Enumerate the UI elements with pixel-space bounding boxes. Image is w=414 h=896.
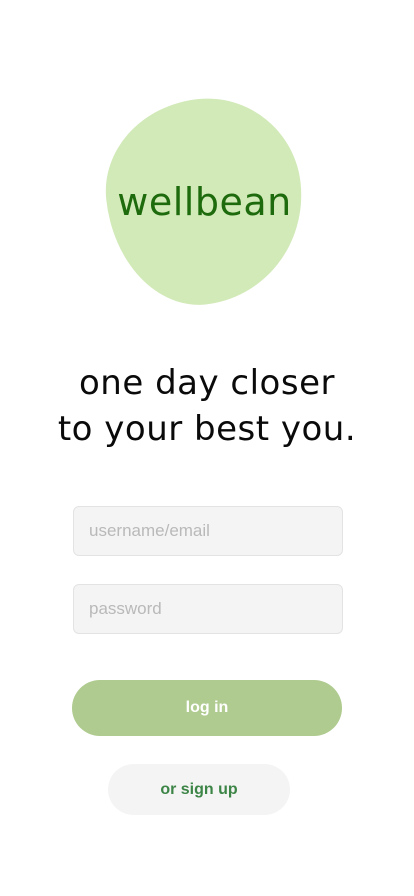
login-button[interactable]: log in	[72, 680, 342, 736]
password-input[interactable]	[73, 584, 343, 634]
tagline-line-1: one day closer	[79, 363, 335, 403]
app-logo: wellbean	[117, 180, 292, 224]
username-email-input[interactable]	[73, 506, 343, 556]
tagline-line-2: to your best you.	[57, 409, 357, 449]
signup-button[interactable]: or sign up	[108, 764, 290, 815]
tagline: one day closer to your best you.	[0, 360, 414, 452]
